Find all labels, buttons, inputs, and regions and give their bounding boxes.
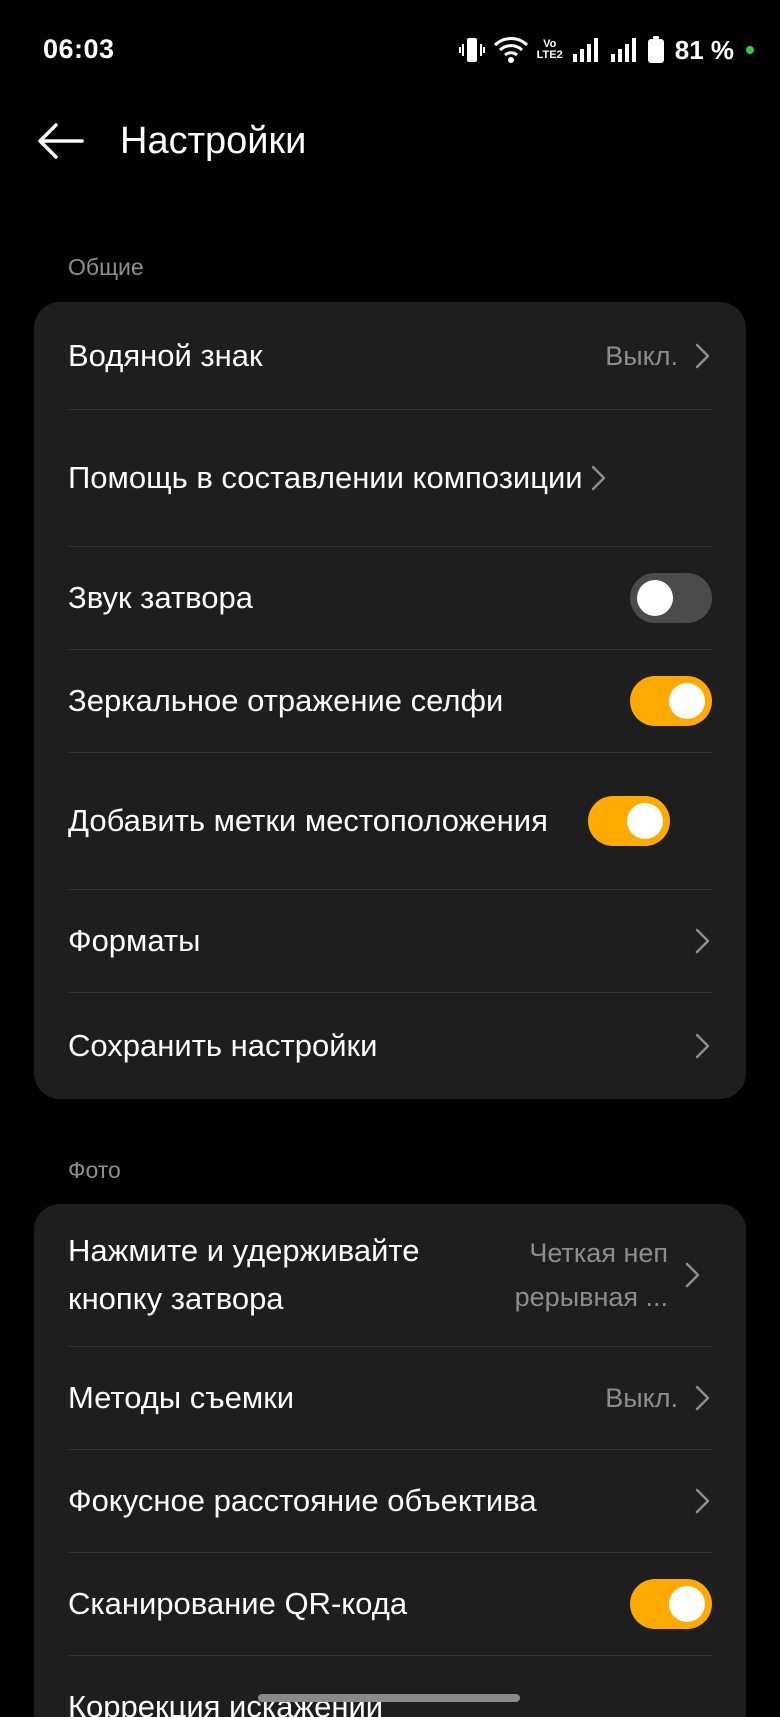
- row-label: Сканирование QR-кода: [68, 1585, 408, 1621]
- signal-icon: [571, 36, 601, 64]
- status-bar: 06:03 Vo LTE2 81 %: [0, 0, 780, 100]
- chevron-right-icon: [682, 1259, 702, 1291]
- shutter-sound-toggle[interactable]: [630, 572, 712, 623]
- signal-icon: [609, 36, 639, 64]
- vibrate-icon: [458, 35, 485, 65]
- volte-bottom-text: LTE2: [536, 49, 563, 61]
- section-label-general: Общие: [68, 254, 144, 280]
- back-button[interactable]: [30, 118, 90, 168]
- composition-help-row[interactable]: Помощь в составлении композиции: [34, 409, 746, 546]
- chevron-right-icon: [692, 925, 712, 957]
- toggle-knob: [637, 579, 673, 616]
- row-label: Фокусное расстояние объектива: [68, 1482, 537, 1518]
- row-label: Зеркальное отражение селфи: [68, 682, 504, 718]
- home-indicator[interactable]: [258, 1694, 520, 1702]
- section-label-photo: Фото: [68, 1157, 121, 1183]
- photo-settings-card: Нажмите и удерживайте кнопку затвора Чет…: [34, 1204, 746, 1717]
- qr-scan-toggle[interactable]: [630, 1578, 712, 1629]
- formats-row[interactable]: Форматы: [34, 889, 746, 992]
- app-header: Настройки: [0, 100, 780, 190]
- wifi-icon: [493, 36, 529, 64]
- row-label: Нажмите и удерживайте кнопку затвора: [68, 1233, 420, 1316]
- page-title: Настройки: [120, 120, 307, 162]
- shooting-methods-row[interactable]: Методы съемки Выкл.: [34, 1346, 746, 1449]
- selfie-mirror-toggle[interactable]: [630, 675, 712, 726]
- chevron-right-icon: [692, 1030, 712, 1062]
- row-label: Добавить метки местоположения: [68, 802, 548, 838]
- chevron-right-icon: [692, 1485, 712, 1517]
- row-value: Четкая неп рерывная ...: [514, 1238, 668, 1312]
- battery-icon: [647, 36, 665, 64]
- row-label: Сохранить настройки: [68, 1027, 378, 1063]
- location-tags-row: Добавить метки местоположения: [34, 752, 746, 889]
- hold-shutter-row[interactable]: Нажмите и удерживайте кнопку затвора Чет…: [34, 1204, 746, 1346]
- volte-icon: Vo LTE2: [537, 39, 563, 61]
- selfie-mirror-row: Зеркальное отражение селфи: [34, 649, 746, 752]
- row-label: Водяной знак: [68, 337, 263, 373]
- chevron-right-icon: [588, 462, 608, 494]
- toggle-knob: [669, 682, 705, 719]
- save-settings-row[interactable]: Сохранить настройки: [34, 992, 746, 1099]
- row-label: Методы съемки: [68, 1379, 295, 1415]
- row-value: Выкл.: [605, 1382, 678, 1413]
- row-label: Помощь в составлении композиции: [68, 459, 583, 495]
- location-tags-toggle[interactable]: [588, 795, 670, 846]
- chevron-right-icon: [692, 1382, 712, 1414]
- row-value: Выкл.: [605, 340, 678, 371]
- distortion-correction-row[interactable]: Коррекция искажений: [34, 1655, 746, 1717]
- notification-dot: [746, 46, 754, 54]
- status-time: 06:03: [43, 34, 115, 64]
- toggle-knob: [669, 1585, 705, 1622]
- battery-percent: 81 %: [674, 34, 734, 65]
- shutter-sound-row: Звук затвора: [34, 546, 746, 649]
- row-label: Звук затвора: [68, 579, 254, 615]
- arrow-left-icon: [36, 122, 84, 165]
- toggle-knob: [627, 802, 663, 839]
- chevron-right-icon: [692, 340, 712, 372]
- status-icons: Vo LTE2 81 %: [458, 34, 754, 66]
- focal-length-row[interactable]: Фокусное расстояние объектива: [34, 1449, 746, 1552]
- row-label: Форматы: [68, 922, 201, 958]
- qr-scan-row: Сканирование QR-кода: [34, 1552, 746, 1655]
- general-settings-card: Водяной знак Выкл. Помощь в составлении …: [34, 302, 746, 1099]
- watermark-row[interactable]: Водяной знак Выкл.: [34, 302, 746, 409]
